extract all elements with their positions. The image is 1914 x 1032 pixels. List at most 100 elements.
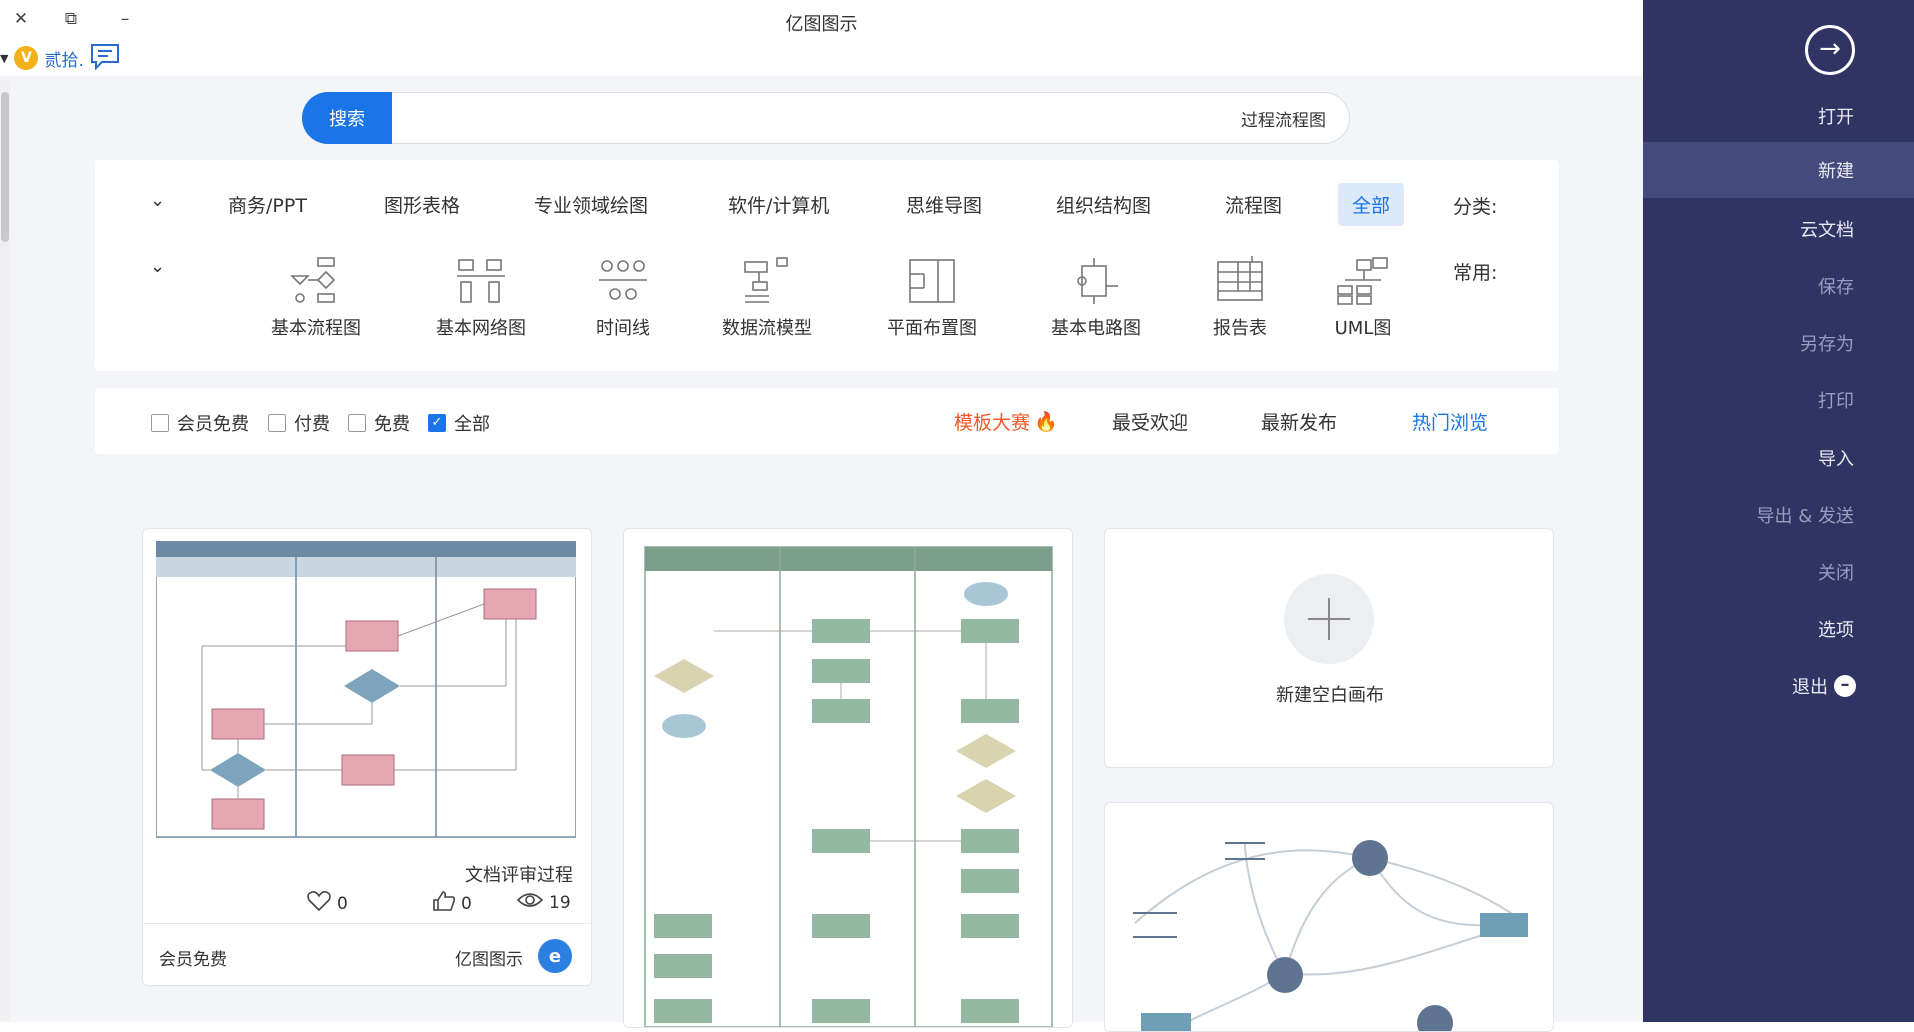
filter-all[interactable]: ✓ 全部 (428, 410, 490, 436)
flowchart-icon (290, 257, 336, 303)
common-item-label: 基本流程图 (271, 318, 361, 339)
sidebar-item-save[interactable]: 保存 (1643, 258, 1914, 314)
thumbs-up-icon[interactable] (433, 891, 456, 916)
tab-contest[interactable]: 模板大赛 🔥 (954, 408, 1058, 435)
app-title: 亿图图示 (785, 14, 858, 35)
category-professional[interactable]: 专业领域绘图 (520, 183, 662, 226)
category-org-chart[interactable]: 组织结构图 (1042, 183, 1165, 226)
template-author[interactable]: 亿图图示 (455, 945, 523, 970)
search-button[interactable]: 搜索 (302, 92, 392, 144)
arrow-right-circle-icon[interactable]: → (1805, 25, 1855, 75)
template-price: 会员免费 (159, 950, 227, 970)
common-basic-flowchart[interactable]: 基本流程图 (256, 256, 376, 340)
sidebar-item-close[interactable]: 关闭 (1643, 544, 1914, 600)
category-tables[interactable]: 图形表格 (370, 183, 474, 226)
data-flow-icon (744, 257, 788, 303)
floor-plan-icon (909, 259, 955, 303)
template-thumbnail (644, 546, 1053, 1027)
exit-icon: – (1834, 675, 1856, 697)
likes-stat[interactable]: 0 (433, 891, 472, 916)
template-card[interactable] (1104, 802, 1554, 1032)
common-item-label: UML图 (1334, 318, 1392, 339)
search-input[interactable] (400, 98, 1340, 138)
common-label: 常用: (1453, 262, 1498, 284)
template-title[interactable]: 文档评审过程 (465, 861, 573, 887)
message-icon[interactable] (90, 42, 120, 75)
common-item-label: 报告表 (1213, 318, 1267, 339)
filter-free[interactable]: 免费 (348, 410, 410, 436)
sidebar-item-options[interactable]: 选项 (1643, 601, 1914, 657)
favorites-count: 0 (337, 893, 348, 914)
user-name[interactable]: 贰拾. (44, 46, 83, 71)
checkbox-icon[interactable] (268, 414, 286, 432)
common-item-label: 基本网络图 (436, 318, 526, 339)
network-icon (457, 259, 505, 303)
checkbox-icon[interactable] (151, 414, 169, 432)
sidebar-item-print[interactable]: 打印 (1643, 372, 1914, 428)
sidebar-item-open[interactable]: 打开 (1643, 88, 1914, 144)
category-flowchart[interactable]: 流程图 (1211, 183, 1296, 226)
report-table-icon (1217, 256, 1263, 301)
filter-member-free[interactable]: 会员免费 (151, 410, 249, 436)
edraw-logo-icon: e (538, 939, 572, 973)
circuit-icon (1077, 258, 1118, 304)
likes-count: 0 (461, 893, 472, 914)
sidebar-item-import[interactable]: 导入 (1643, 430, 1914, 486)
close-window-button[interactable]: ✕ (8, 6, 34, 32)
tab-newest[interactable]: 最新发布 (1261, 408, 1337, 435)
sidebar-item-exit[interactable]: 退出 – (1643, 658, 1914, 714)
template-thumbnail (156, 541, 576, 838)
eye-icon (516, 891, 544, 914)
tab-popular[interactable]: 最受欢迎 (1112, 408, 1188, 435)
sidebar-item-export[interactable]: 导出 & 发送 (1643, 487, 1914, 543)
views-stat: 19 (516, 891, 571, 914)
common-timeline[interactable]: 时间线 (563, 256, 683, 340)
chevron-down-icon[interactable]: ⌄ (150, 256, 165, 277)
chevron-down-icon[interactable]: ⌄ (150, 190, 165, 211)
category-software[interactable]: 软件/计算机 (714, 183, 843, 226)
filter-label: 会员免费 (177, 414, 249, 435)
template-card[interactable] (623, 528, 1073, 1028)
common-item-label: 平面布置图 (887, 318, 977, 339)
scrollbar-thumb[interactable] (1, 92, 9, 242)
vip-badge-icon: V (14, 46, 39, 70)
sidebar-item-save-as[interactable]: 另存为 (1643, 315, 1914, 371)
fire-icon: 🔥 (1034, 411, 1058, 433)
common-floor-plan[interactable]: 平面布置图 (872, 256, 992, 340)
common-uml[interactable]: UML图 (1303, 256, 1423, 340)
card-divider (143, 923, 591, 924)
category-all[interactable]: 全部 (1338, 183, 1405, 226)
sidebar-item-cloud[interactable]: 云文档 (1643, 201, 1914, 257)
new-blank-label: 新建空白画布 (1276, 685, 1384, 706)
filter-label: 全部 (454, 414, 490, 435)
restore-window-button[interactable]: ⧉ (58, 6, 84, 32)
common-report[interactable]: 报告表 (1180, 256, 1300, 340)
common-item-label: 时间线 (596, 318, 650, 339)
contest-label: 模板大赛 (954, 412, 1031, 434)
template-thumbnail (1133, 840, 1528, 1031)
tab-hot[interactable]: 热门浏览 (1412, 408, 1488, 435)
heart-icon[interactable] (307, 891, 331, 916)
checkbox-checked-icon[interactable]: ✓ (428, 414, 446, 432)
common-item-label: 基本电路图 (1051, 318, 1141, 339)
common-network[interactable]: 基本网络图 (421, 256, 541, 340)
template-card[interactable]: 文档评审过程 19 0 0 e 亿图图示 会员免费 (142, 528, 592, 986)
category-mind-map[interactable]: 思维导图 (892, 183, 996, 226)
common-circuit[interactable]: 基本电路图 (1036, 256, 1156, 340)
minimize-window-button[interactable]: – (112, 6, 138, 32)
caret-down-icon[interactable]: ▼ (0, 52, 8, 65)
exit-label: 退出 (1792, 677, 1828, 698)
category-label: 分类: (1453, 196, 1498, 218)
sidebar-item-new[interactable]: 新建 (1643, 142, 1914, 198)
views-count: 19 (549, 892, 571, 913)
favorites-stat[interactable]: 0 (307, 891, 348, 916)
common-data-flow[interactable]: 数据流模型 (707, 256, 827, 340)
timeline-icon (599, 260, 647, 300)
new-blank-canvas-card[interactable]: 新建空白画布 (1104, 528, 1554, 768)
plus-icon[interactable] (1284, 574, 1374, 664)
user-account[interactable]: ▼ V 贰拾. (0, 43, 120, 73)
checkbox-icon[interactable] (348, 414, 366, 432)
category-business[interactable]: 商务/PPT (214, 183, 321, 226)
uml-icon (1337, 257, 1388, 305)
filter-paid[interactable]: 付费 (268, 410, 330, 436)
